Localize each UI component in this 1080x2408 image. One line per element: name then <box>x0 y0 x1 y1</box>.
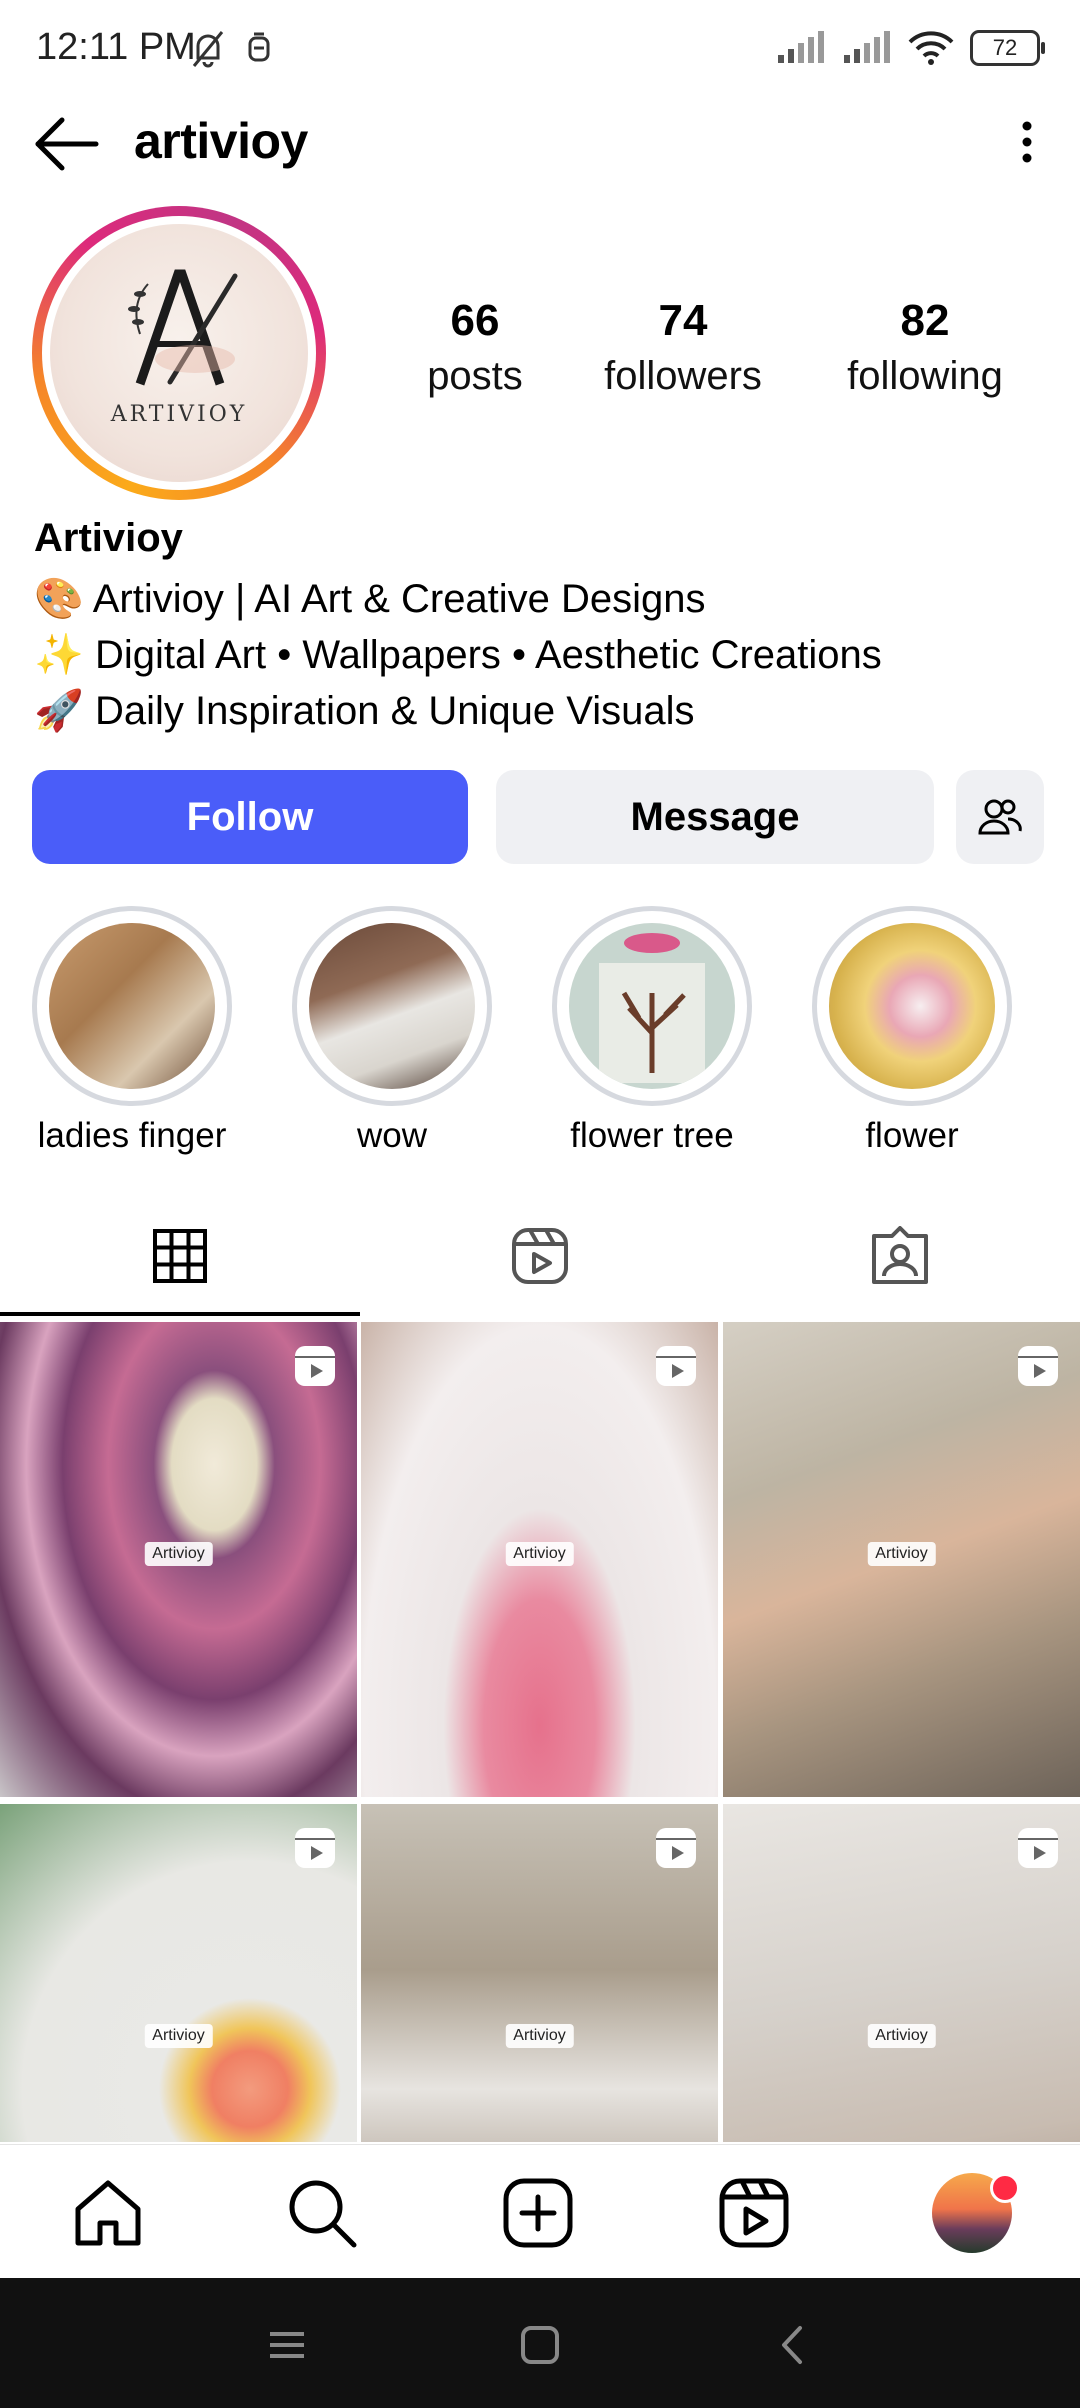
status-bar: 12:11 PM 72 <box>0 0 1080 100</box>
tree-drawing <box>599 933 705 1083</box>
notification-dot <box>990 2173 1020 2203</box>
more-options-icon[interactable] <box>1002 112 1052 172</box>
signal-icon-2 <box>844 31 890 63</box>
bio-text: Daily Inspiration & Unique Visuals <box>94 689 695 733</box>
grid-icon <box>153 1229 207 1283</box>
tab-reels[interactable] <box>360 1196 720 1316</box>
highlight-cover <box>569 923 735 1089</box>
post-watermark: Artivioy <box>867 1542 936 1566</box>
back-arrow-icon[interactable] <box>32 114 102 174</box>
wifi-icon <box>908 31 954 65</box>
tab-posts-grid[interactable] <box>0 1196 360 1316</box>
bio-line: 🎨 Artivioy | AI Art & Creative Designs <box>34 571 1054 627</box>
system-navigation-bar <box>0 2278 1080 2408</box>
post-watermark: Artivioy <box>505 1542 574 1566</box>
stat-posts[interactable]: 66 posts <box>400 296 550 399</box>
stat-label: posts <box>427 354 523 398</box>
stat-label: followers <box>604 354 762 398</box>
stat-following[interactable]: 82 following <box>820 296 1030 399</box>
reel-badge-icon <box>295 1346 335 1386</box>
profile-header: artivioy <box>0 100 1080 190</box>
post-tile[interactable]: Artivioy <box>723 1804 1080 2142</box>
create-icon[interactable] <box>500 2175 576 2251</box>
artivioy-logo-icon <box>128 269 238 386</box>
home-icon[interactable] <box>70 2175 146 2251</box>
bio-text: Digital Art • Wallpapers • Aesthetic Cre… <box>94 633 882 677</box>
reels-icon[interactable] <box>716 2175 792 2251</box>
battery-indicator: 72 <box>970 30 1045 66</box>
reel-badge-icon <box>1018 1346 1058 1386</box>
bottom-navigation <box>0 2144 1080 2279</box>
posts-grid: Artivioy Artivioy Artivioy Artivioy Arti… <box>0 1322 1080 2142</box>
follow-button[interactable]: Follow <box>32 770 468 864</box>
bio-text: Artivioy | AI Art & Creative Designs <box>92 577 706 621</box>
home-square-icon[interactable] <box>515 2320 565 2370</box>
status-icons-left <box>190 30 274 68</box>
post-tile[interactable]: Artivioy <box>361 1804 718 2142</box>
post-watermark: Artivioy <box>144 2024 213 2048</box>
rocket-emoji-icon: 🚀 <box>34 689 84 733</box>
status-icons-right: 72 <box>776 30 1045 66</box>
bio-line: ✨ Digital Art • Wallpapers • Aesthetic C… <box>34 627 1054 683</box>
highlight-label: ladies finger <box>37 1116 227 1155</box>
stat-value: 74 <box>658 296 708 345</box>
suggested-people-button[interactable] <box>956 770 1044 864</box>
post-tile[interactable]: Artivioy <box>0 1322 357 1797</box>
stat-label: following <box>847 354 1003 398</box>
active-tab-indicator <box>0 1312 360 1316</box>
stat-value: 82 <box>900 296 950 345</box>
search-icon[interactable] <box>284 2175 360 2251</box>
highlight-cover <box>49 923 215 1089</box>
profile-tabs <box>0 1196 1080 1316</box>
highlight-cover <box>829 923 995 1089</box>
highlight-item[interactable]: ladies finger <box>32 906 232 1156</box>
mute-bell-icon <box>192 31 224 68</box>
post-watermark: Artivioy <box>144 1542 213 1566</box>
menu-icon[interactable] <box>262 2320 312 2370</box>
highlight-cover <box>309 923 475 1089</box>
profile-bio: Artivioy 🎨 Artivioy | AI Art & Creative … <box>34 516 1054 739</box>
stat-followers[interactable]: 74 followers <box>578 296 788 399</box>
post-watermark: Artivioy <box>505 2024 574 2048</box>
signal-icon <box>778 31 824 63</box>
post-watermark: Artivioy <box>867 2024 936 2048</box>
sparkles-emoji-icon: ✨ <box>34 633 84 677</box>
back-chevron-icon[interactable] <box>768 2320 818 2370</box>
highlight-item[interactable]: wow <box>292 906 492 1156</box>
reel-badge-icon <box>295 1828 335 1868</box>
post-tile[interactable]: Artivioy <box>0 1804 357 2142</box>
tagged-icon <box>872 1226 928 1284</box>
profile-avatar: ARTIVIOY <box>50 224 308 482</box>
avatar-wordmark: ARTIVIOY <box>110 402 248 427</box>
person-add-icon <box>978 799 1022 835</box>
highlight-item[interactable]: flower tree <box>552 906 752 1156</box>
message-button[interactable]: Message <box>496 770 934 864</box>
profile-name: Artivioy <box>34 516 183 560</box>
highlight-label: flower tree <box>570 1116 734 1155</box>
highlight-item[interactable]: flower <box>812 906 1012 1156</box>
tab-tagged[interactable] <box>720 1196 1080 1316</box>
palette-emoji-icon: 🎨 <box>34 577 84 621</box>
reel-badge-icon <box>1018 1828 1058 1868</box>
reels-icon <box>512 1228 568 1284</box>
header-username: artivioy <box>134 113 308 169</box>
alarm-icon <box>248 32 270 62</box>
highlight-label: wow <box>356 1116 428 1155</box>
stat-value: 66 <box>450 296 500 345</box>
highlight-label: flower <box>865 1116 959 1155</box>
reel-badge-icon <box>656 1828 696 1868</box>
post-tile[interactable]: Artivioy <box>723 1322 1080 1797</box>
profile-avatar-ring[interactable]: ARTIVIOY <box>32 206 326 500</box>
post-tile[interactable]: Artivioy <box>361 1322 718 1797</box>
reel-badge-icon <box>656 1346 696 1386</box>
status-time: 12:11 PM <box>36 26 196 68</box>
bio-line: 🚀 Daily Inspiration & Unique Visuals <box>34 683 1054 739</box>
